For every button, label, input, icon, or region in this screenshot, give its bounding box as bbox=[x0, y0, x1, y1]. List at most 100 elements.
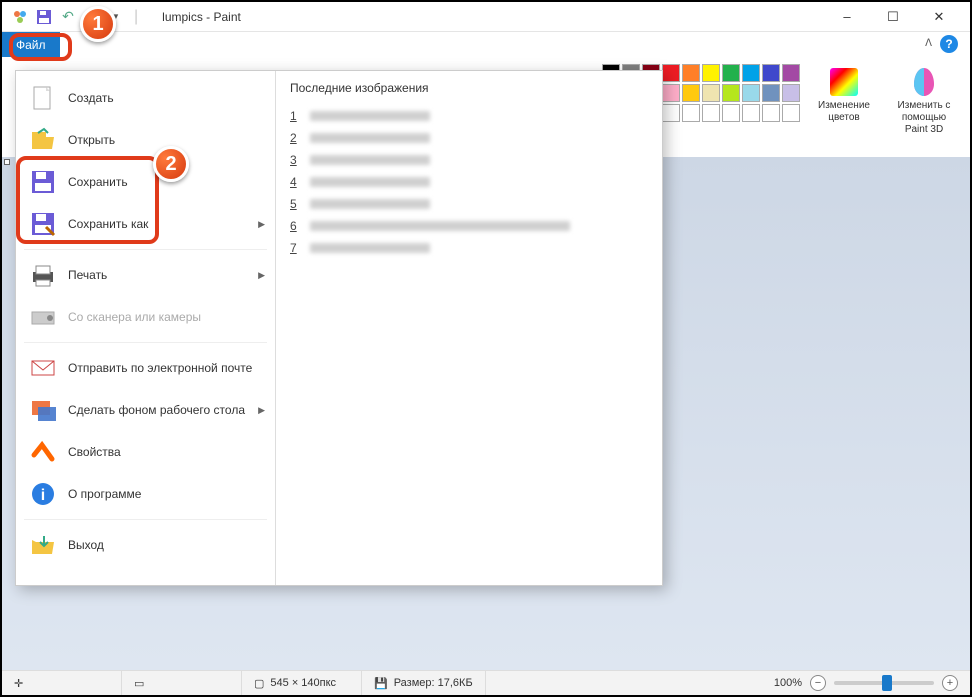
file-menu-item-props[interactable]: Свойства bbox=[16, 431, 275, 473]
statusbar: ✛ ▭ ▢ 545 × 140пкс 💾 Размер: 17,6КБ 100%… bbox=[2, 670, 970, 695]
minimize-button[interactable]: – bbox=[824, 2, 870, 32]
svg-text:i: i bbox=[41, 487, 45, 504]
file-menu-item-label: Печать bbox=[68, 268, 107, 282]
recent-index: 3 bbox=[290, 153, 302, 167]
close-button[interactable]: ✕ bbox=[916, 2, 962, 32]
open-icon bbox=[30, 127, 56, 153]
canvas-dims: 545 × 140пкс bbox=[270, 677, 336, 689]
recent-title: Последние изображения bbox=[290, 81, 648, 95]
color-swatch[interactable] bbox=[702, 104, 720, 122]
paint3d-label2: помощью Paint 3D bbox=[890, 112, 958, 136]
saveas-icon bbox=[30, 211, 56, 237]
recent-filename-blurred bbox=[310, 221, 570, 231]
recent-item[interactable]: 6 bbox=[290, 215, 648, 237]
window-controls: – ☐ ✕ bbox=[824, 2, 962, 32]
color-swatch[interactable] bbox=[682, 84, 700, 102]
file-menu-item-desktop[interactable]: Сделать фоном рабочего стола▶ bbox=[16, 389, 275, 431]
titlebar: ↶ ↷ ▾ | lumpics - Paint – ☐ ✕ bbox=[2, 2, 970, 32]
color-swatch[interactable] bbox=[722, 84, 740, 102]
color-swatch[interactable] bbox=[722, 104, 740, 122]
file-menu-item-save[interactable]: Сохранить bbox=[16, 161, 275, 203]
edit-colors-button[interactable]: Изменение цветов bbox=[808, 64, 880, 126]
color-swatch[interactable] bbox=[782, 64, 800, 82]
file-menu: СоздатьОткрытьСохранитьСохранить как▶Печ… bbox=[15, 70, 663, 586]
color-swatch[interactable] bbox=[762, 64, 780, 82]
color-swatch[interactable] bbox=[662, 104, 680, 122]
zoom-control: 100% − + bbox=[762, 675, 970, 691]
recent-filename-blurred bbox=[310, 243, 430, 253]
recent-item[interactable]: 4 bbox=[290, 171, 648, 193]
ribbon-tabs: Файл ᐱ ? bbox=[2, 32, 970, 57]
color-swatch[interactable] bbox=[662, 84, 680, 102]
email-icon bbox=[30, 355, 56, 381]
selection-icon: ▭ bbox=[134, 677, 144, 690]
about-icon: i bbox=[30, 481, 56, 507]
desktop-icon bbox=[30, 397, 56, 423]
recent-item[interactable]: 1 bbox=[290, 105, 648, 127]
color-swatch[interactable] bbox=[742, 64, 760, 82]
recent-item[interactable]: 5 bbox=[290, 193, 648, 215]
separator: | bbox=[134, 8, 138, 26]
file-menu-item-email[interactable]: Отправить по электронной почте bbox=[16, 347, 275, 389]
exit-icon bbox=[30, 532, 56, 558]
color-swatch[interactable] bbox=[782, 104, 800, 122]
submenu-arrow-icon: ▶ bbox=[258, 219, 265, 230]
file-tab[interactable]: Файл bbox=[2, 32, 60, 57]
file-menu-item-label: Со сканера или камеры bbox=[68, 310, 201, 324]
zoom-in-button[interactable]: + bbox=[942, 675, 958, 691]
recent-item[interactable]: 7 bbox=[290, 237, 648, 259]
file-menu-item-label: Открыть bbox=[68, 133, 115, 147]
file-menu-item-saveas[interactable]: Сохранить как ▶ bbox=[16, 203, 275, 245]
color-swatch[interactable] bbox=[722, 64, 740, 82]
undo-icon[interactable]: ↶ bbox=[58, 7, 78, 27]
maximize-button[interactable]: ☐ bbox=[870, 2, 916, 32]
color-swatch[interactable] bbox=[662, 64, 680, 82]
file-menu-item-label: Отправить по электронной почте bbox=[68, 361, 252, 375]
quick-access-toolbar: ↶ ↷ ▾ | bbox=[10, 7, 142, 27]
color-swatch[interactable] bbox=[742, 84, 760, 102]
file-menu-item-about[interactable]: i О программе bbox=[16, 473, 275, 515]
collapse-ribbon-icon[interactable]: ᐱ bbox=[925, 38, 932, 49]
file-menu-item-label: Сохранить как bbox=[68, 217, 148, 231]
scanner-icon bbox=[30, 304, 56, 330]
color-swatch[interactable] bbox=[682, 64, 700, 82]
file-menu-left: СоздатьОткрытьСохранитьСохранить как▶Печ… bbox=[16, 71, 276, 585]
submenu-arrow-icon: ▶ bbox=[258, 270, 265, 281]
file-menu-item-exit[interactable]: Выход bbox=[16, 524, 275, 566]
recent-item[interactable]: 3 bbox=[290, 149, 648, 171]
color-swatch[interactable] bbox=[782, 84, 800, 102]
recent-filename-blurred bbox=[310, 111, 430, 121]
color-swatch[interactable] bbox=[742, 104, 760, 122]
color-swatch[interactable] bbox=[702, 64, 720, 82]
props-icon bbox=[30, 439, 56, 465]
recent-filename-blurred bbox=[310, 133, 430, 143]
recent-item[interactable]: 2 bbox=[290, 127, 648, 149]
paint3d-label1: Изменить с bbox=[898, 100, 951, 112]
zoom-slider[interactable] bbox=[834, 681, 934, 685]
file-menu-recent-panel: Последние изображения 1 2 3 4 5 67 bbox=[276, 71, 662, 585]
recent-index: 5 bbox=[290, 197, 302, 211]
paint3d-button[interactable]: Изменить с помощью Paint 3D bbox=[888, 64, 960, 138]
help-icon[interactable]: ? bbox=[940, 35, 958, 53]
file-menu-item-label: Выход bbox=[68, 538, 104, 552]
color-swatch[interactable] bbox=[762, 84, 780, 102]
color-swatch[interactable] bbox=[702, 84, 720, 102]
canvas-dims-cell: ▢ 545 × 140пкс bbox=[242, 671, 362, 695]
zoom-out-button[interactable]: − bbox=[810, 675, 826, 691]
color-swatch[interactable] bbox=[682, 104, 700, 122]
recent-index: 1 bbox=[290, 109, 302, 123]
zoom-value: 100% bbox=[774, 677, 802, 689]
edit-colors-icon bbox=[828, 66, 860, 98]
canvas-resize-handle[interactable] bbox=[4, 159, 10, 165]
file-menu-item-label: О программе bbox=[68, 487, 141, 501]
app-icon bbox=[10, 7, 30, 27]
file-size: Размер: 17,6КБ bbox=[394, 677, 473, 689]
save-icon[interactable] bbox=[34, 7, 54, 27]
file-menu-item-print[interactable]: Печать ▶ bbox=[16, 254, 275, 296]
annotation-badge-2: 2 bbox=[153, 146, 189, 182]
file-menu-item-new[interactable]: Создать bbox=[16, 77, 275, 119]
zoom-slider-thumb[interactable] bbox=[882, 675, 892, 691]
color-swatch[interactable] bbox=[762, 104, 780, 122]
file-menu-item-open[interactable]: Открыть bbox=[16, 119, 275, 161]
submenu-arrow-icon: ▶ bbox=[258, 405, 265, 416]
